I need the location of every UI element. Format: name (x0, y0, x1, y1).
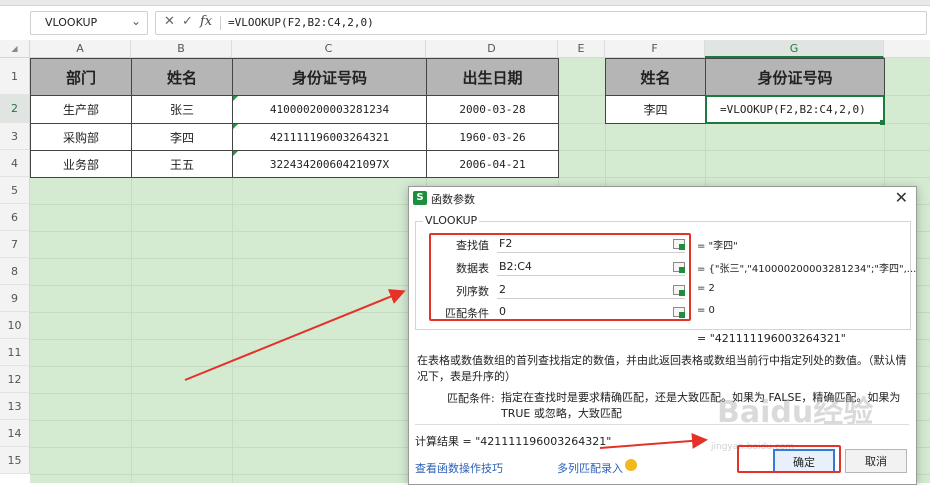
function-description: 在表格或数值数组的首列查找指定的数值，并由此返回表格或数组当前行中指定列处的数值… (417, 354, 907, 383)
table-header-cell[interactable]: 出生日期 (426, 58, 559, 96)
function-tips-link[interactable]: 查看函数操作技巧 (415, 460, 503, 476)
fx-icon[interactable]: fx (200, 14, 212, 29)
table-header-cell[interactable]: 姓名 (131, 58, 233, 96)
table-cell[interactable]: 421111196003264321 (232, 123, 427, 151)
lookup-name-cell[interactable]: 李四 (605, 95, 706, 124)
row-header-7[interactable]: 7 (0, 231, 30, 258)
row-header-5[interactable]: 5 (0, 177, 30, 204)
cancel-icon[interactable]: ✕ (164, 14, 175, 29)
column-header-a[interactable]: A (30, 40, 131, 58)
function-arguments-dialog: S 函数参数 ✕ VLOOKUP 查找值 F2 = "李四" 数据表 B2:C4… (408, 186, 917, 485)
row-header-12[interactable]: 12 (0, 366, 30, 393)
annotation-highlight-box (429, 233, 691, 321)
close-icon[interactable]: ✕ (895, 188, 908, 207)
column-header-f[interactable]: F (605, 40, 705, 58)
column-header-b[interactable]: B (131, 40, 232, 58)
column-header-g[interactable]: G (705, 40, 884, 58)
row-header-10[interactable]: 10 (0, 312, 30, 339)
table-cell[interactable]: 李四 (131, 123, 233, 151)
fill-handle[interactable] (880, 120, 885, 125)
function-name: VLOOKUP (423, 214, 480, 227)
table-cell[interactable]: 生产部 (30, 95, 132, 124)
row-header-15[interactable]: 15 (0, 447, 30, 474)
table-cell[interactable]: 410000200003281234 (232, 95, 427, 124)
row-header-2[interactable]: 2 (0, 95, 30, 123)
table-cell[interactable]: 张三 (131, 95, 233, 124)
annotation-highlight-box (737, 445, 841, 473)
column-header-d[interactable]: D (426, 40, 558, 58)
column-header-c[interactable]: C (232, 40, 426, 58)
table-header-cell[interactable]: 身份证号码 (232, 58, 427, 96)
param-desc-label: 匹配条件: (447, 392, 495, 405)
name-box-value: VLOOKUP (45, 16, 98, 29)
overall-result: = "421111196003264321" (697, 332, 846, 345)
table-cell[interactable]: 2000-03-28 (426, 95, 559, 124)
arg-result: = {"张三","410000200003281234";"李四",... (697, 264, 917, 275)
row-header-3[interactable]: 3 (0, 123, 30, 150)
table-cell[interactable]: 1960-03-26 (426, 123, 559, 151)
select-all-corner[interactable]: ◢ (0, 40, 30, 58)
lookup-header-cell[interactable]: 姓名 (605, 58, 706, 96)
row-header-4[interactable]: 4 (0, 150, 30, 177)
arg-result: = "李四" (697, 241, 738, 252)
arg-result: = 2 (697, 283, 715, 294)
arg-result: = 0 (697, 305, 715, 316)
dialog-title: 函数参数 (431, 193, 475, 206)
row-header-13[interactable]: 13 (0, 393, 30, 420)
formula-input[interactable]: ✕ ✓ fx =VLOOKUP(F2,B2:C4,2,0) (155, 11, 927, 35)
calc-result: 计算结果 = "421111196003264321" (415, 435, 612, 448)
row-header-9[interactable]: 9 (0, 285, 30, 312)
row-header-6[interactable]: 6 (0, 204, 30, 231)
table-cell[interactable]: 业务部 (30, 150, 132, 178)
multi-column-match-link[interactable]: 多列匹配录入 (557, 460, 623, 476)
active-formula-cell[interactable]: =VLOOKUP(F2,B2:C4,2,0) (705, 95, 885, 124)
table-header-cell[interactable]: 部门 (30, 58, 132, 96)
divider (220, 16, 221, 30)
lookup-header-cell[interactable]: 身份证号码 (705, 58, 885, 96)
table-cell[interactable]: 2006-04-21 (426, 150, 559, 178)
premium-coin-icon[interactable] (625, 459, 637, 471)
formula-bar: VLOOKUP ⌄ ✕ ✓ fx =VLOOKUP(F2,B2:C4,2,0) (0, 6, 930, 36)
check-icon[interactable]: ✓ (182, 14, 193, 29)
error-indicator-icon (233, 96, 238, 101)
cancel-button[interactable]: 取消 (845, 449, 907, 473)
divider (415, 424, 909, 425)
error-indicator-icon (233, 151, 238, 156)
row-header-11[interactable]: 11 (0, 339, 30, 366)
row-header-8[interactable]: 8 (0, 258, 30, 285)
app-logo-icon: S (413, 191, 427, 205)
row-header-14[interactable]: 14 (0, 420, 30, 447)
row-header-1[interactable]: 1 (0, 58, 30, 95)
error-indicator-icon (233, 124, 238, 129)
table-cell[interactable]: 32243420060421097X (232, 150, 427, 178)
formula-text[interactable]: =VLOOKUP(F2,B2:C4,2,0) (228, 16, 374, 29)
chevron-down-icon[interactable]: ⌄ (131, 14, 141, 28)
column-header-e[interactable]: E (558, 40, 605, 58)
table-cell[interactable]: 王五 (131, 150, 233, 178)
column-header-blank (884, 40, 930, 58)
dialog-titlebar[interactable]: S 函数参数 ✕ (409, 187, 916, 209)
name-box[interactable]: VLOOKUP ⌄ (30, 11, 148, 35)
table-cell[interactable]: 采购部 (30, 123, 132, 151)
